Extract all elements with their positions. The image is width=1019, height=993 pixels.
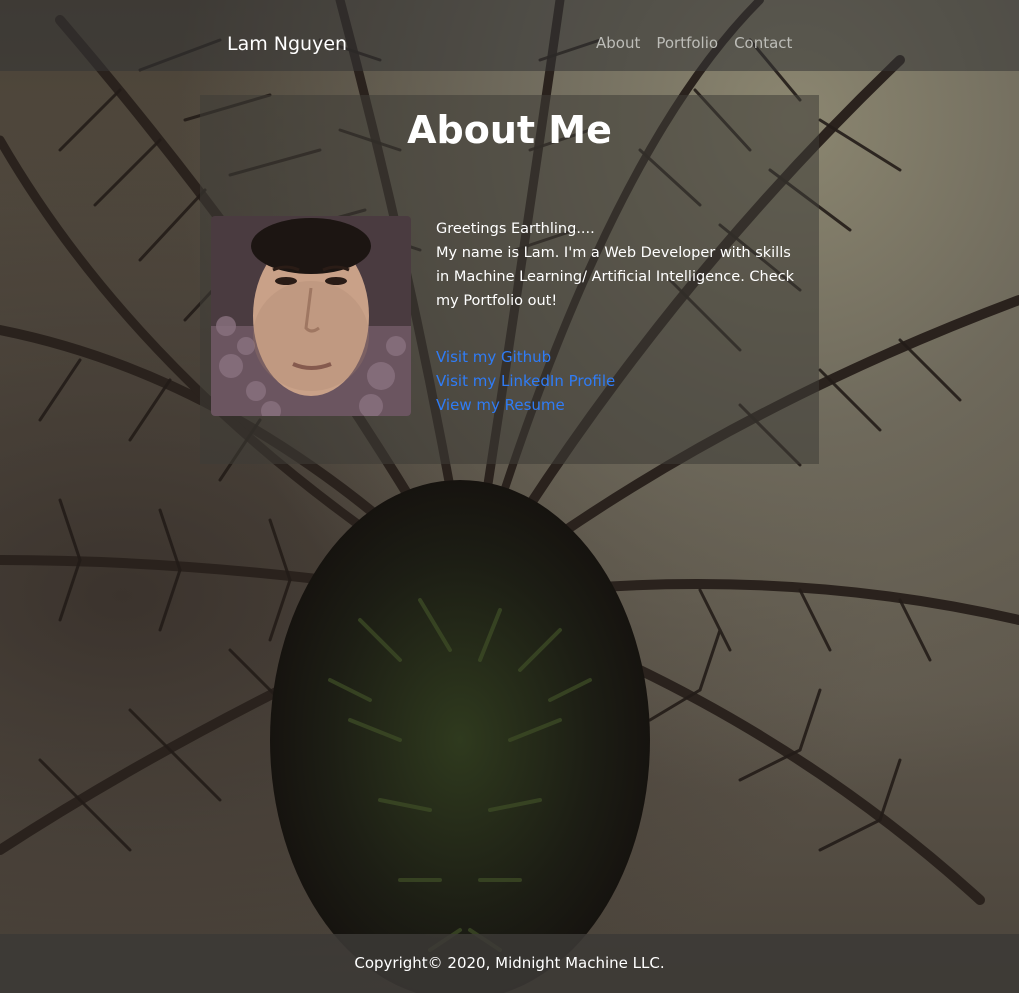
- avatar: [211, 216, 411, 416]
- page-title: About Me: [407, 108, 612, 152]
- profile-links: Visit my Github Visit my LinkedIn Profil…: [436, 345, 615, 417]
- brand-link[interactable]: Lam Nguyen: [227, 32, 347, 56]
- navbar: [0, 0, 1019, 71]
- copyright-text: Copyright© 2020, Midnight Machine LLC.: [354, 954, 665, 972]
- bio-text: Greetings Earthling.... My name is Lam. …: [436, 217, 806, 313]
- resume-link[interactable]: View my Resume: [436, 393, 615, 417]
- profile-photo: [211, 216, 411, 416]
- greeting-text: Greetings Earthling....: [436, 221, 595, 237]
- linkedin-link[interactable]: Visit my LinkedIn Profile: [436, 369, 615, 393]
- nav-link-contact[interactable]: Contact: [734, 33, 792, 53]
- github-link[interactable]: Visit my Github: [436, 345, 615, 369]
- bio-paragraph: My name is Lam. I'm a Web Developer with…: [436, 245, 795, 309]
- nav-link-about[interactable]: About: [596, 33, 640, 53]
- nav-link-portfolio[interactable]: Portfolio: [656, 33, 718, 53]
- nav-menu: About Portfolio Contact: [596, 33, 808, 53]
